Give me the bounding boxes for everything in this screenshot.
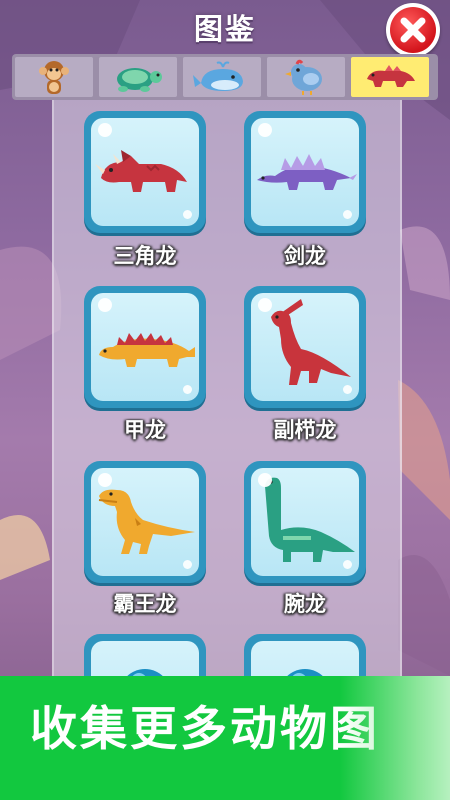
whale-icon	[193, 61, 243, 91]
dino-label-t-rex: 霸王龙	[113, 592, 177, 616]
close-button[interactable]	[386, 3, 440, 57]
tab-whale[interactable]	[183, 57, 261, 97]
turtle-icon	[117, 68, 162, 92]
dino-card-t-rex[interactable]	[84, 461, 206, 583]
tab-monkey[interactable]	[15, 57, 93, 97]
bird-icon	[285, 59, 322, 95]
dinosaur-icon	[367, 65, 415, 87]
dino-label-triceratops: 三角龙	[113, 244, 177, 268]
dino-label-brachiosaurus: 腕龙	[284, 592, 326, 616]
tab-turtle[interactable]	[99, 57, 177, 97]
promo-text: 收集更多动物图	[30, 702, 380, 757]
dino-label-stegosaurus: 剑龙	[284, 244, 326, 268]
page-title: 图鉴	[193, 12, 256, 46]
promo-banner: 收集更多动物图	[0, 676, 450, 800]
tab-bird[interactable]	[267, 57, 345, 97]
dino-card-ankylosaurus[interactable]	[84, 286, 206, 408]
dino-card-brachiosaurus[interactable]	[244, 461, 366, 583]
category-tab-bar	[12, 54, 438, 100]
monkey-icon	[39, 61, 69, 94]
dino-card-triceratops[interactable]	[84, 111, 206, 233]
dino-label-ankylosaurus: 甲龙	[124, 418, 166, 442]
close-icon	[390, 7, 436, 53]
dino-card-stegosaurus[interactable]	[244, 111, 366, 233]
dino-label-parasaurolophus: 副栉龙	[273, 418, 337, 442]
tab-dinosaur[interactable]	[351, 57, 429, 97]
dino-card-parasaurolophus[interactable]	[244, 286, 366, 408]
